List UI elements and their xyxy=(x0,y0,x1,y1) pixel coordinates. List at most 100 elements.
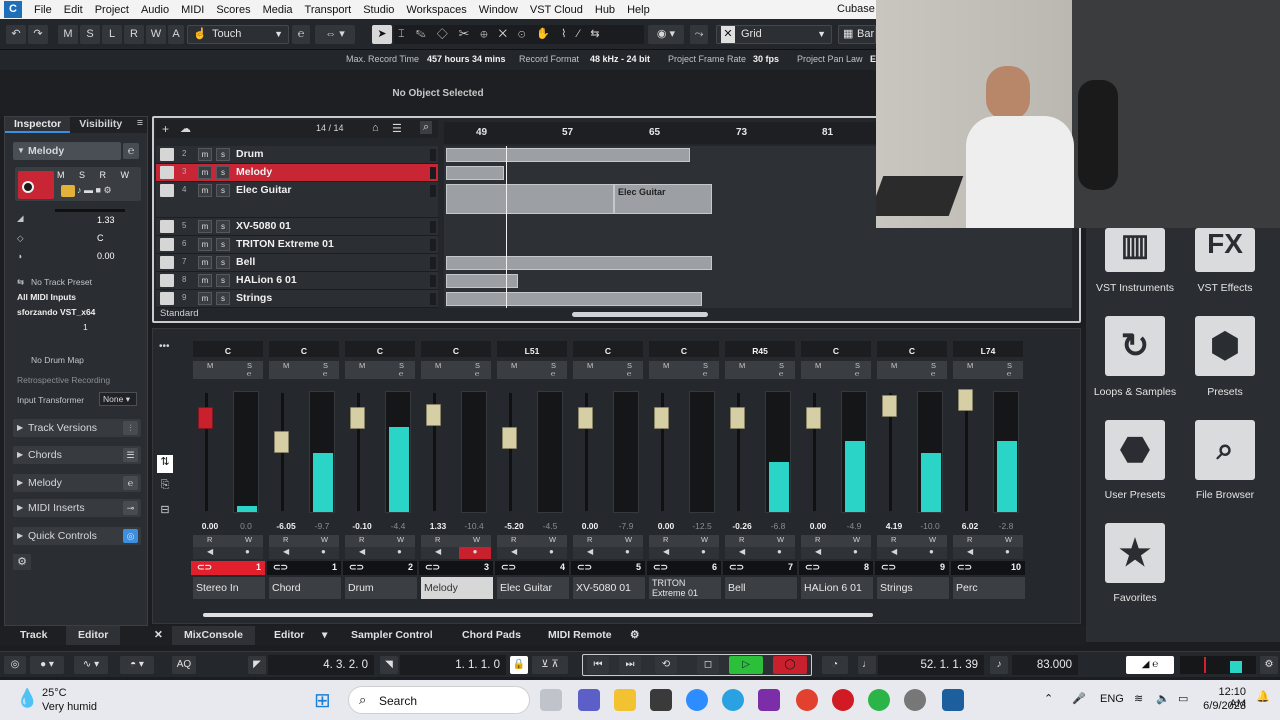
waveform-icon[interactable]: ∿ ▾ xyxy=(74,656,108,674)
record-enable-icon[interactable]: ● xyxy=(397,547,402,556)
fader-cap[interactable] xyxy=(958,389,973,411)
channel-name[interactable]: Strings xyxy=(877,577,949,599)
midi-part-strings[interactable] xyxy=(446,292,702,306)
write-button[interactable]: W xyxy=(397,535,404,544)
close-icon[interactable]: ✕ xyxy=(154,629,163,641)
section-track-versions[interactable]: ▶ Track Versions ⫶ xyxy=(13,419,141,437)
cloud-icon[interactable]: ☁ xyxy=(180,122,191,135)
fader-cap[interactable] xyxy=(806,407,821,429)
left-locator-icon[interactable]: ◤ xyxy=(248,656,266,674)
write-button[interactable]: W xyxy=(549,535,556,544)
menu-hub[interactable]: Hub xyxy=(589,4,621,16)
track-name[interactable]: TRITON Extreme 01 xyxy=(236,238,334,250)
tab-chord-pads[interactable]: Chord Pads xyxy=(462,629,521,641)
tab-track[interactable]: Track xyxy=(20,629,47,641)
solo-button[interactable]: s xyxy=(216,274,230,287)
volume-value[interactable]: -0.10 xyxy=(345,521,379,533)
read-write-buttons[interactable]: RW xyxy=(345,535,415,547)
read-write-buttons[interactable]: RW xyxy=(573,535,643,547)
tile-favorites[interactable]: Favorites xyxy=(1085,592,1185,604)
track-name[interactable]: Drum xyxy=(236,148,263,160)
menu-audio[interactable]: Audio xyxy=(135,4,175,16)
presets-icon[interactable]: ⬢ xyxy=(1195,316,1255,376)
pan-control[interactable]: R45 xyxy=(725,341,795,357)
track-row[interactable]: 4 m s Elec Guitar xyxy=(156,182,438,218)
grid-quantize-dropdown[interactable]: ▦ Bar xyxy=(838,25,876,44)
monitor-icon[interactable]: ◀ xyxy=(435,547,441,556)
mute-solo-buttons[interactable]: M S ℮ xyxy=(193,361,263,379)
solo-button[interactable]: s xyxy=(216,220,230,233)
task-view-icon[interactable] xyxy=(540,689,562,711)
read-button[interactable]: R xyxy=(663,535,668,544)
mute-button[interactable]: M xyxy=(739,361,745,370)
write-button[interactable]: W xyxy=(701,535,708,544)
record-enable-icon[interactable]: ● xyxy=(459,547,491,559)
midi-part-elec-guitar-2[interactable]: Elec Guitar xyxy=(614,184,712,214)
channel-fader[interactable] xyxy=(193,389,263,517)
section-melody[interactable]: ▶ Melody ℮ xyxy=(13,474,141,492)
menu-project[interactable]: Project xyxy=(89,4,135,16)
read-button[interactable]: R xyxy=(739,535,744,544)
volume-value[interactable]: 0.00 xyxy=(573,521,607,533)
menu-help[interactable]: Help xyxy=(621,4,656,16)
solo-all-button[interactable]: S xyxy=(80,25,100,44)
menu-scores[interactable]: Scores xyxy=(210,4,256,16)
link-icon[interactable]: ⊂⊃ xyxy=(805,562,820,573)
write-button[interactable]: W xyxy=(321,535,328,544)
mute-button[interactable]: m xyxy=(198,148,212,161)
battery-icon[interactable]: ▭ xyxy=(1178,692,1188,705)
midi-part-bell[interactable] xyxy=(446,256,712,270)
record-enable-icon[interactable]: ● xyxy=(321,547,326,556)
record-enable-icon[interactable]: ● xyxy=(853,547,858,556)
link-icon[interactable]: ⊂⊃ xyxy=(273,562,288,573)
microphone-icon[interactable]: 🎤 xyxy=(1072,692,1086,705)
read-button[interactable]: R xyxy=(815,535,820,544)
tab-sampler-control[interactable]: Sampler Control xyxy=(351,629,433,641)
monitor-record-buttons[interactable]: ◀ ● xyxy=(193,547,263,559)
channel-fader[interactable] xyxy=(725,389,795,517)
read-button[interactable]: R xyxy=(511,535,516,544)
pan-control[interactable]: L74 xyxy=(953,341,1023,357)
volume-value[interactable]: 1.33 xyxy=(421,521,455,533)
no-track-preset[interactable]: No Track Preset xyxy=(31,277,92,287)
metronome-icon[interactable]: ◓ ▾ xyxy=(120,656,154,674)
link-icon[interactable]: ⊂⊃ xyxy=(425,562,440,573)
preroll-icon[interactable]: ◔ xyxy=(822,656,848,674)
weather-icon[interactable]: 💧 xyxy=(16,688,38,709)
volume-value[interactable]: -0.26 xyxy=(725,521,759,533)
inspector-volume[interactable]: 1.33 xyxy=(97,215,115,225)
opera-icon[interactable] xyxy=(832,689,854,711)
channel-fader[interactable] xyxy=(345,389,415,517)
routing-icon[interactable]: ⇅ xyxy=(157,455,173,473)
mute-button[interactable]: m xyxy=(198,292,212,305)
file-explorer-icon[interactable] xyxy=(614,689,636,711)
channel-fader[interactable] xyxy=(801,389,871,517)
mute-solo-buttons[interactable]: M S ℮ xyxy=(497,361,567,379)
autoscroll-icon[interactable]: ⇔ ▾ xyxy=(315,25,355,44)
tool-palette[interactable]: ⌶ ✎ ◇ ✂ ⊕ ✕ ⊙ ✋ ⌇ ⁄ ⇆ xyxy=(394,25,644,44)
channel-fader[interactable] xyxy=(421,389,491,517)
edge-icon[interactable] xyxy=(722,689,744,711)
peak-value[interactable]: -6.8 xyxy=(761,521,795,533)
zoom-icon[interactable] xyxy=(686,689,708,711)
pan-control[interactable]: C xyxy=(649,341,719,357)
volume-value[interactable]: 6.02 xyxy=(953,521,987,533)
record-enable-icon[interactable]: ● xyxy=(929,547,934,556)
monitor-icon[interactable]: ◀ xyxy=(283,547,289,556)
channel-name[interactable]: Stereo In xyxy=(193,577,265,599)
solo-button[interactable]: s xyxy=(216,148,230,161)
weather-temp[interactable]: 25°C xyxy=(42,687,67,699)
link-icon[interactable]: ⊂⊃ xyxy=(349,562,364,573)
peak-value[interactable]: -10.4 xyxy=(457,521,491,533)
tab-inspector[interactable]: Inspector xyxy=(5,117,71,133)
cycle-icon[interactable]: ⟲ xyxy=(655,656,677,674)
track-name[interactable]: Elec Guitar xyxy=(236,184,291,196)
monitor-icon[interactable]: ◀ xyxy=(815,547,821,556)
write-button[interactable]: W xyxy=(929,535,936,544)
read-write-buttons[interactable]: RW xyxy=(725,535,795,547)
fx-icon[interactable]: FX xyxy=(1195,228,1255,272)
channel-name[interactable]: Melody xyxy=(421,577,493,599)
peak-value[interactable]: 0.0 xyxy=(229,521,263,533)
monitor-icon[interactable]: ◀ xyxy=(587,547,593,556)
fader-cap[interactable] xyxy=(350,407,365,429)
